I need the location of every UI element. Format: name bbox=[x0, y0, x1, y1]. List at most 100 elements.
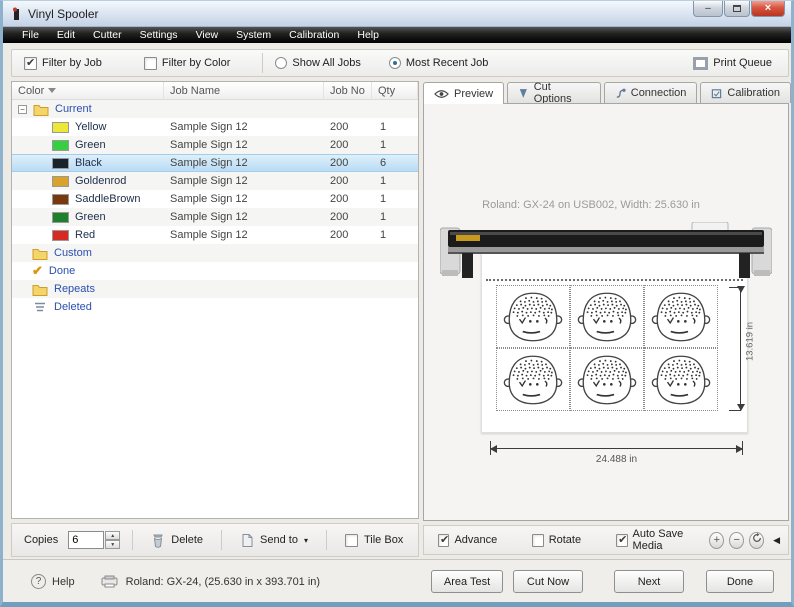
table-row[interactable]: Goldenrod Sample Sign 12 200 1 bbox=[12, 172, 418, 190]
row-job-name: Sample Sign 12 bbox=[170, 139, 248, 151]
collapse-icon[interactable]: − bbox=[18, 104, 27, 114]
color-swatch bbox=[52, 139, 69, 151]
row-qty: 6 bbox=[380, 157, 387, 169]
table-row[interactable]: SaddleBrown Sample Sign 12 200 1 bbox=[12, 190, 418, 208]
close-button[interactable]: × bbox=[751, 1, 785, 17]
advance-checkbox[interactable] bbox=[438, 533, 450, 547]
color-swatch bbox=[52, 157, 69, 169]
column-qty[interactable]: Qty bbox=[372, 82, 418, 99]
tree-item-repeats-label: Repeats bbox=[54, 283, 95, 295]
row-job-no: 200 bbox=[330, 121, 349, 133]
eye-icon bbox=[434, 89, 449, 98]
blade-icon bbox=[519, 88, 527, 98]
column-color[interactable]: Color bbox=[12, 82, 164, 99]
copies-input[interactable] bbox=[68, 531, 105, 549]
tile-box-option[interactable]: Tile Box bbox=[339, 531, 409, 550]
print-queue-icon[interactable] bbox=[693, 56, 709, 70]
copies-stepper[interactable]: ▲ ▼ bbox=[105, 531, 121, 549]
menu-settings[interactable]: Settings bbox=[131, 28, 187, 42]
column-color-label: Color bbox=[18, 84, 45, 97]
help-icon[interactable]: ? bbox=[31, 574, 46, 589]
row-job-name: Sample Sign 12 bbox=[170, 229, 248, 241]
show-all-jobs-option[interactable]: Show All Jobs bbox=[275, 57, 361, 69]
next-button[interactable]: Next bbox=[614, 570, 684, 593]
table-row-selected[interactable]: Black Sample Sign 12 200 6 bbox=[12, 154, 418, 172]
trash-icon bbox=[153, 534, 164, 548]
cut-job-face bbox=[644, 348, 718, 411]
row-job-no: 200 bbox=[330, 157, 349, 169]
column-job-no[interactable]: Job No bbox=[324, 82, 372, 99]
send-to-button[interactable]: Send to ▾ bbox=[234, 530, 314, 551]
table-row[interactable]: Green Sample Sign 12 200 1 bbox=[12, 136, 418, 154]
maximize-button[interactable] bbox=[724, 1, 750, 17]
menu-cutter[interactable]: Cutter bbox=[84, 28, 131, 42]
filter-by-color-checkbox[interactable] bbox=[143, 56, 157, 70]
menu-file[interactable]: File bbox=[13, 28, 48, 42]
menu-edit[interactable]: Edit bbox=[48, 28, 84, 42]
tab-connection[interactable]: Connection bbox=[603, 82, 698, 103]
row-job-name: Sample Sign 12 bbox=[170, 193, 248, 205]
tab-preview-label: Preview bbox=[454, 87, 494, 100]
step-down-icon[interactable]: ▼ bbox=[105, 540, 121, 549]
tab-cut-options[interactable]: Cut Options bbox=[507, 81, 601, 105]
print-queue-option[interactable]: Print Queue bbox=[693, 56, 772, 70]
menu-view[interactable]: View bbox=[187, 28, 228, 42]
table-row[interactable]: Green Sample Sign 12 200 1 bbox=[12, 208, 418, 226]
zoom-out-button[interactable]: − bbox=[729, 531, 745, 549]
cutter-machine-graphic bbox=[440, 222, 772, 278]
row-qty: 1 bbox=[380, 229, 387, 241]
row-color-name: Red bbox=[75, 229, 96, 241]
filter-by-job-checkbox[interactable] bbox=[24, 56, 37, 70]
copiesbar-divider bbox=[325, 530, 327, 550]
width-dimension-label: 24.488 in bbox=[595, 454, 638, 465]
most-recent-job-radio[interactable] bbox=[388, 57, 401, 69]
tree-item-deleted[interactable]: Deleted bbox=[12, 298, 418, 316]
filterbar-divider bbox=[262, 53, 264, 73]
menu-help[interactable]: Help bbox=[348, 28, 388, 42]
cable-icon bbox=[616, 88, 626, 98]
row-job-name: Sample Sign 12 bbox=[170, 121, 248, 133]
menu-calibration[interactable]: Calibration bbox=[280, 28, 348, 42]
tree-item-repeats[interactable]: Repeats bbox=[12, 280, 418, 298]
tree-item-custom[interactable]: Custom bbox=[12, 244, 418, 262]
row-color-name: Green bbox=[75, 139, 106, 151]
column-job-no-label: Job No bbox=[330, 84, 365, 97]
preview-options-bar: Advance Rotate Auto Save Media + − ◀ bbox=[423, 525, 789, 555]
table-row[interactable]: Yellow Sample Sign 12 200 1 bbox=[12, 118, 418, 136]
zoom-in-button[interactable]: + bbox=[709, 531, 725, 549]
preview-canvas: Roland: GX-24 on USB002, Width: 25.630 i… bbox=[423, 103, 789, 521]
auto-save-media-checkbox[interactable] bbox=[616, 533, 628, 547]
tab-calibration[interactable]: Calibration bbox=[700, 82, 791, 103]
area-test-button[interactable]: Area Test bbox=[431, 570, 503, 593]
step-up-icon[interactable]: ▲ bbox=[105, 531, 121, 540]
delete-button[interactable]: Delete bbox=[145, 530, 209, 551]
column-job-name[interactable]: Job Name bbox=[164, 82, 324, 99]
tab-calibration-label: Calibration bbox=[727, 87, 780, 99]
filter-by-color-option[interactable]: Filter by Color bbox=[143, 56, 230, 70]
pan-left-icon[interactable]: ◀ bbox=[773, 535, 780, 546]
done-button[interactable]: Done bbox=[706, 570, 774, 593]
filter-by-job-option[interactable]: Filter by Job bbox=[24, 56, 102, 70]
row-job-no: 200 bbox=[330, 193, 349, 205]
show-all-jobs-radio[interactable] bbox=[275, 57, 288, 69]
tree-item-done[interactable]: ✔ Done bbox=[12, 262, 418, 280]
row-job-no: 200 bbox=[330, 211, 349, 223]
tile-box-checkbox[interactable] bbox=[344, 533, 358, 547]
most-recent-job-option[interactable]: Most Recent Job bbox=[388, 57, 488, 69]
cut-now-button[interactable]: Cut Now bbox=[513, 570, 583, 593]
column-job-name-label: Job Name bbox=[170, 84, 221, 97]
minimize-button[interactable]: – bbox=[693, 1, 723, 17]
table-row[interactable]: Red Sample Sign 12 200 1 bbox=[12, 226, 418, 244]
copies-toolbar: Copies ▲▼ Delete Send to ▾ Tile Box bbox=[11, 523, 419, 557]
row-color-name: Black bbox=[75, 157, 102, 169]
device-info-text: Roland: GX-24, (25.630 in x 393.701 in) bbox=[125, 575, 321, 588]
tree-item-current[interactable]: − Current bbox=[12, 100, 418, 118]
zoom-reset-button[interactable] bbox=[749, 531, 765, 549]
cut-job-face bbox=[570, 285, 644, 348]
window-title: Vinyl Spooler bbox=[28, 6, 99, 21]
auto-save-media-label: Auto Save Media bbox=[632, 528, 684, 552]
rotate-checkbox[interactable] bbox=[532, 533, 544, 547]
tab-preview[interactable]: Preview bbox=[423, 82, 505, 104]
help-label[interactable]: Help bbox=[52, 576, 75, 588]
menu-system[interactable]: System bbox=[227, 28, 280, 42]
